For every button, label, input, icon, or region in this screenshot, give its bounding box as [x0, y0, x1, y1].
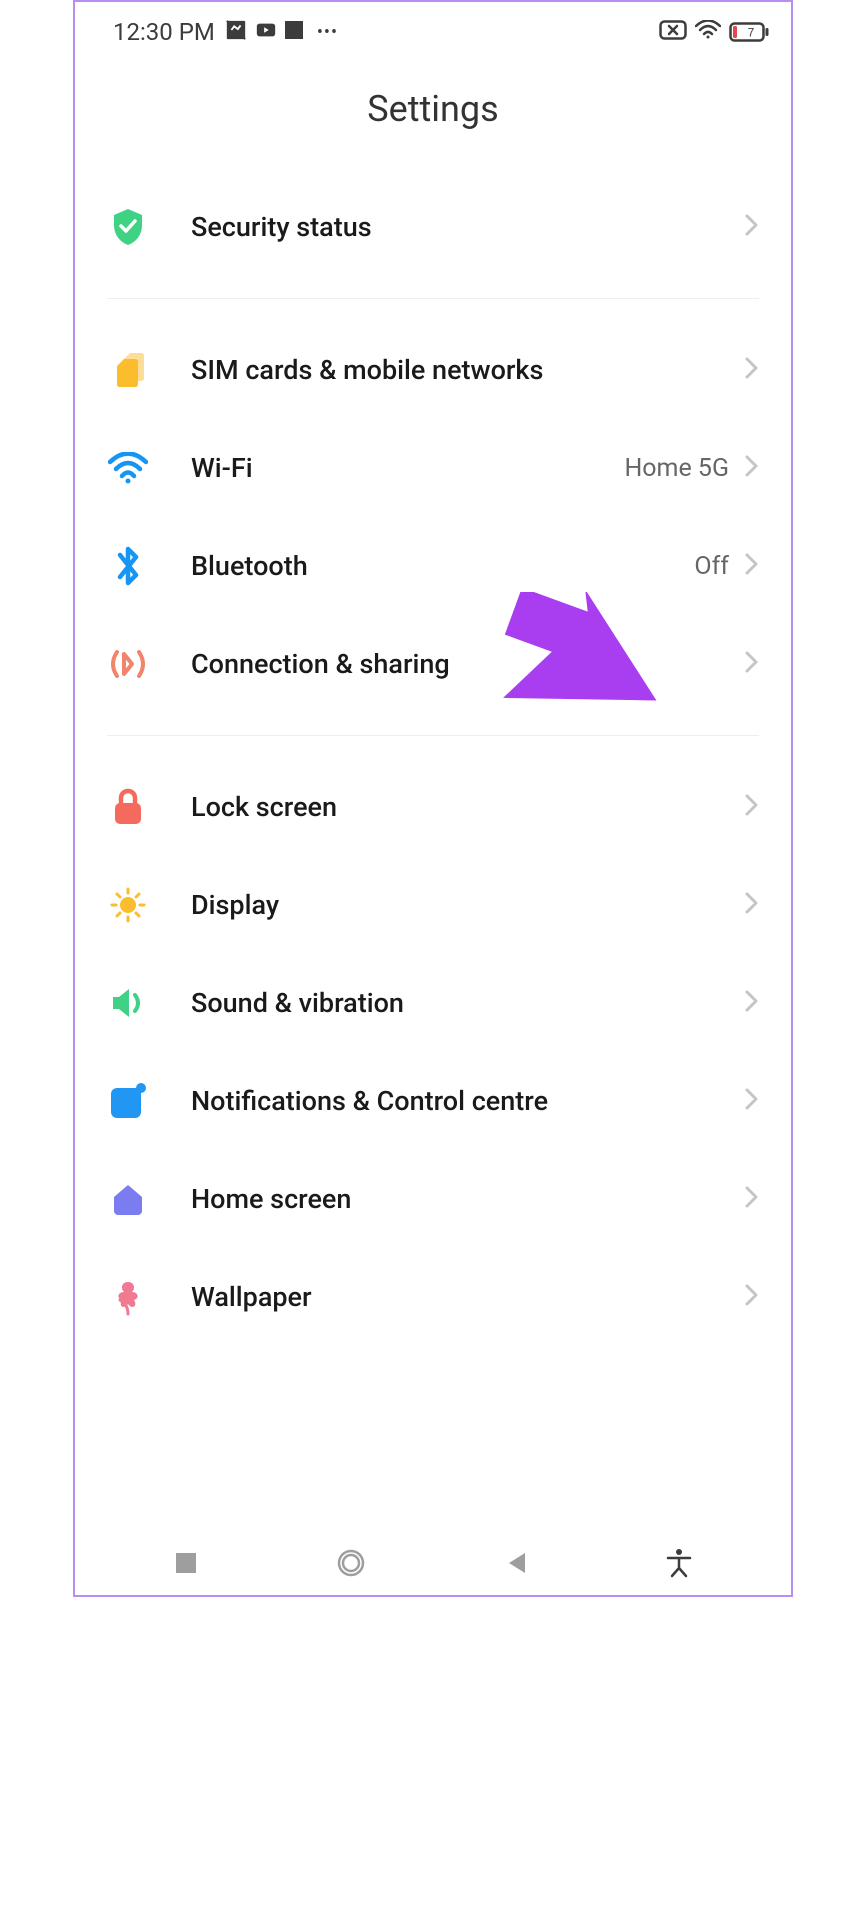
square-icon	[285, 21, 303, 43]
settings-label: SIM cards & mobile networks	[191, 354, 745, 386]
settings-item-display[interactable]: Display	[107, 856, 759, 954]
settings-item-wallpaper[interactable]: Wallpaper	[107, 1248, 759, 1346]
chevron-right-icon	[745, 651, 759, 677]
settings-label: Lock screen	[191, 791, 745, 823]
chevron-right-icon	[745, 553, 759, 579]
connection-share-icon	[107, 643, 149, 685]
settings-label: Notifications & Control centre	[191, 1085, 745, 1117]
settings-item-connection-sharing[interactable]: Connection & sharing	[107, 615, 759, 713]
status-bar: 12:30 PM •••	[75, 2, 791, 50]
settings-label: Home screen	[191, 1183, 745, 1215]
bluetooth-icon	[107, 545, 149, 587]
settings-value: Home 5G	[624, 454, 729, 483]
chevron-right-icon	[745, 1284, 759, 1310]
chevron-right-icon	[745, 357, 759, 383]
status-bar-right: 7	[659, 20, 769, 44]
chevron-right-icon	[745, 455, 759, 481]
chevron-right-icon	[745, 1186, 759, 1212]
settings-label: Wallpaper	[191, 1281, 745, 1313]
youtube-icon	[255, 19, 277, 45]
wifi-icon	[695, 20, 721, 44]
settings-label: Sound & vibration	[191, 987, 745, 1019]
settings-list: Security status SIM cards & mobile netwo…	[75, 178, 791, 1346]
chevron-right-icon	[745, 1088, 759, 1114]
settings-label: Bluetooth	[191, 550, 694, 582]
settings-label: Connection & sharing	[191, 648, 745, 680]
chevron-right-icon	[745, 990, 759, 1016]
nav-accessibility-button[interactable]	[666, 1548, 692, 1582]
more-dots-icon: •••	[317, 22, 338, 43]
svg-text:7: 7	[748, 26, 755, 40]
status-time: 12:30 PM	[113, 18, 215, 46]
settings-value: Off	[694, 552, 729, 581]
page-title: Settings	[75, 88, 791, 130]
settings-item-sound-vibration[interactable]: Sound & vibration	[107, 954, 759, 1052]
settings-item-bluetooth[interactable]: Bluetooth Off	[107, 517, 759, 615]
nav-back-button[interactable]	[505, 1551, 527, 1579]
settings-item-sim[interactable]: SIM cards & mobile networks	[107, 321, 759, 419]
sun-icon	[107, 884, 149, 926]
settings-item-home-screen[interactable]: Home screen	[107, 1150, 759, 1248]
battery-icon: 7	[729, 22, 769, 42]
home-icon	[107, 1178, 149, 1220]
settings-item-security[interactable]: Security status	[107, 178, 759, 276]
settings-label: Display	[191, 889, 745, 921]
notification-tile-icon	[107, 1080, 149, 1122]
sim-card-icon	[107, 349, 149, 391]
no-sim-icon	[659, 20, 687, 44]
chevron-right-icon	[745, 214, 759, 240]
status-bar-left: 12:30 PM •••	[113, 18, 338, 46]
sync-icon	[225, 19, 247, 45]
lock-icon	[107, 786, 149, 828]
navigation-bar	[75, 1535, 791, 1595]
flower-icon	[107, 1276, 149, 1318]
shield-check-icon	[107, 206, 149, 248]
section-separator	[107, 735, 759, 736]
settings-item-wifi[interactable]: Wi-Fi Home 5G	[107, 419, 759, 517]
wifi-settings-icon	[107, 447, 149, 489]
nav-home-button[interactable]	[336, 1548, 366, 1582]
settings-label: Security status	[191, 211, 745, 243]
chevron-right-icon	[745, 794, 759, 820]
settings-label: Wi-Fi	[191, 452, 624, 484]
speaker-icon	[107, 982, 149, 1024]
settings-item-lock-screen[interactable]: Lock screen	[107, 758, 759, 856]
section-separator	[107, 298, 759, 299]
chevron-right-icon	[745, 892, 759, 918]
settings-item-notifications[interactable]: Notifications & Control centre	[107, 1052, 759, 1150]
nav-recent-button[interactable]	[175, 1552, 197, 1578]
